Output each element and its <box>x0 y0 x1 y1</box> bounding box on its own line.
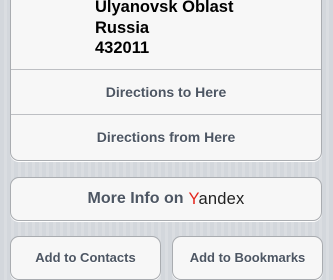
yandex-logo-y: Y <box>188 189 199 208</box>
directions-from-here-button[interactable]: Directions from Here <box>11 115 321 159</box>
directions-to-here-button[interactable]: Directions to Here <box>11 70 321 115</box>
address-postal-code: 432011 <box>95 39 150 57</box>
add-to-bookmarks-button[interactable]: Add to Bookmarks <box>172 236 323 280</box>
more-info-yandex-button[interactable]: More Info on Yandex <box>10 177 322 221</box>
address-country: Russia <box>95 19 150 37</box>
add-to-bookmarks-label: Add to Bookmarks <box>189 250 306 265</box>
add-to-contacts-button[interactable]: Add to Contacts <box>10 236 161 280</box>
address-region: Ulyanovsk Oblast <box>95 0 234 16</box>
location-info-group: Ulyanovsk Oblast Russia 432011 Direction… <box>10 0 322 161</box>
yandex-logo: Yandex <box>189 190 245 209</box>
yandex-logo-rest: andex <box>198 189 245 208</box>
add-to-contacts-label: Add to Contacts <box>35 250 136 265</box>
more-info-label: More Info on <box>87 190 184 207</box>
directions-to-here-label: Directions to Here <box>105 84 227 100</box>
address-cell: Ulyanovsk Oblast Russia 432011 <box>11 0 321 70</box>
directions-from-here-label: Directions from Here <box>96 129 236 145</box>
